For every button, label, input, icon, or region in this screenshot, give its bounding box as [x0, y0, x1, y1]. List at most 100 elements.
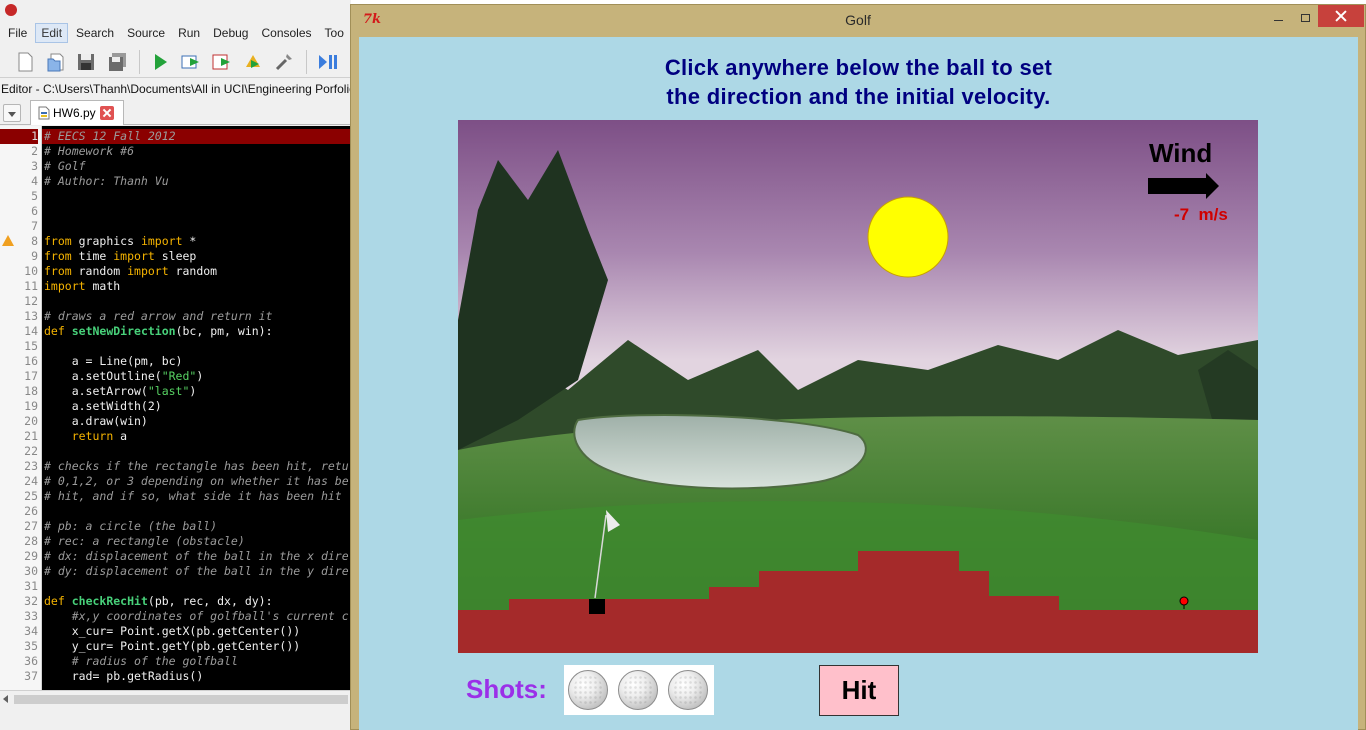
debug-icon[interactable] — [242, 51, 264, 73]
code-text: # Homework #6 — [44, 144, 135, 158]
right-arrow-icon — [1148, 173, 1219, 199]
code-line: 18 a.setArrow("last") — [24, 384, 351, 399]
code-text: a.setOutline("Red") — [44, 369, 204, 383]
menu-source[interactable]: Source — [122, 24, 170, 42]
code-text: x_cur= Point.getX(pb.getCenter()) — [44, 624, 301, 638]
golf-canvas[interactable]: Click anywhere below the ball to set the… — [359, 37, 1358, 730]
code-text: # EECS 12 Fall 2012 — [44, 129, 176, 143]
line-number: 28 — [24, 534, 38, 548]
scrollbar-thumb[interactable] — [14, 695, 348, 704]
menu-consoles[interactable]: Consoles — [256, 24, 316, 42]
line-number: 13 — [24, 309, 38, 323]
golf-titlebar[interactable]: 7k Golf — [351, 5, 1365, 33]
menu-run[interactable]: Run — [173, 24, 205, 42]
open-file-icon[interactable] — [45, 51, 67, 73]
code-text: # Golf — [44, 159, 86, 173]
line-number: 7 — [31, 219, 38, 233]
menu-search[interactable]: Search — [71, 24, 119, 42]
line-number: 24 — [24, 474, 38, 488]
hit-button[interactable]: Hit — [819, 665, 899, 716]
spyder-app-icon — [5, 4, 17, 16]
ide-menubar: File Edit Search Source Run Debug Consoles Too — [0, 22, 351, 44]
course-scene — [458, 120, 1258, 653]
golf-course[interactable]: Wind -7 m/s — [458, 120, 1258, 653]
code-text: # 0,1,2, or 3 depending on whether it ha… — [44, 474, 349, 488]
scroll-left-icon[interactable] — [3, 695, 8, 703]
menu-too[interactable]: Too — [320, 24, 349, 42]
tab-hw6-py[interactable]: HW6.py — [30, 100, 124, 125]
golf-ball-icon — [618, 670, 658, 710]
code-line: 37 rad= pb.getRadius() — [24, 669, 351, 684]
code-line: 15 — [24, 339, 351, 354]
code-text: y_cur= Point.getY(pb.getCenter()) — [44, 639, 301, 653]
menu-file[interactable]: File — [3, 24, 32, 42]
code-line: 6 — [31, 204, 351, 219]
run-selection-icon[interactable] — [180, 51, 202, 73]
chevron-down-icon — [8, 112, 16, 117]
code-line: 5 — [31, 189, 351, 204]
code-text: a.setWidth(2) — [44, 399, 162, 413]
horizontal-scrollbar[interactable] — [0, 690, 351, 707]
minimize-button[interactable] — [1265, 9, 1291, 29]
line-number: 35 — [24, 639, 38, 653]
menu-debug[interactable]: Debug — [208, 24, 253, 42]
line-number: 4 — [31, 174, 38, 188]
line-number: 37 — [24, 669, 38, 683]
ide-toolbar — [0, 44, 351, 78]
tools-icon[interactable] — [273, 51, 295, 73]
close-tab-icon[interactable] — [100, 106, 114, 120]
code-line: 32 def checkRecHit(pb, rec, dx, dy): — [24, 594, 351, 609]
code-line: 28 # rec: a rectangle (obstacle) — [24, 534, 351, 549]
run-cell-icon[interactable] — [211, 51, 233, 73]
code-text: #x,y coordinates of golfball's current c — [71, 609, 349, 623]
save-icon[interactable] — [75, 51, 97, 73]
code-text: def setNewDirection(bc, pm, win): — [44, 324, 273, 338]
code-line: 34 x_cur= Point.getX(pb.getCenter()) — [24, 624, 351, 639]
maximize-button[interactable] — [1292, 9, 1318, 29]
warning-icon[interactable] — [2, 235, 14, 246]
code-line: 30 # dy: displacement of the ball in the … — [24, 564, 351, 579]
toolbar-separator — [306, 50, 307, 74]
line-number: 6 — [31, 204, 38, 218]
debug-step-icon[interactable] — [316, 51, 338, 73]
code-line: 11 import math — [24, 279, 351, 294]
save-all-icon[interactable] — [107, 51, 129, 73]
code-line: 14 def setNewDirection(bc, pm, win): — [24, 324, 351, 339]
line-number: 17 — [24, 369, 38, 383]
code-editor[interactable]: 1 # EECS 12 Fall 2012 2 # Homework #6 3 # Gol… — [0, 126, 351, 690]
line-number: 33 — [24, 609, 38, 623]
code-line: 26 — [24, 504, 351, 519]
new-file-icon[interactable] — [14, 51, 36, 73]
code-line: 10 from random import random — [24, 264, 351, 279]
line-number: 36 — [24, 654, 38, 668]
editor-path: Editor - C:\Users\Thanh\Documents\All in… — [1, 82, 351, 96]
toolbar-separator — [139, 50, 140, 74]
code-line: 16 a = Line(pm, bc) — [24, 354, 351, 369]
ide-window: File Edit Search Source Run Debug Consoles Too — [0, 0, 351, 730]
code-line: 8 from graphics import * — [2, 234, 351, 249]
code-text: # radius of the golfball — [71, 654, 238, 668]
shots-remaining-panel — [564, 665, 714, 715]
code-text: # dx: displacement of the ball in the x … — [44, 549, 349, 563]
code-line: 3 # Golf — [31, 159, 351, 174]
code-line: 33 #x,y coordinates of golfball's curren… — [24, 609, 351, 624]
maximize-icon — [1301, 14, 1310, 22]
run-icon[interactable] — [149, 51, 171, 73]
menu-edit[interactable]: Edit — [35, 23, 69, 43]
line-number: 21 — [24, 429, 38, 443]
code-text: # hit, and if so, what side it has been … — [44, 489, 342, 503]
code-text: a.draw(win) — [44, 414, 148, 428]
tab-list-button[interactable] — [3, 104, 21, 122]
code-text: from graphics import * — [44, 234, 197, 248]
line-number: 26 — [24, 504, 38, 518]
python-file-icon — [38, 106, 50, 120]
close-button[interactable] — [1318, 5, 1364, 27]
golf-ball — [1179, 596, 1189, 606]
code-text: rad= pb.getRadius() — [44, 669, 204, 683]
